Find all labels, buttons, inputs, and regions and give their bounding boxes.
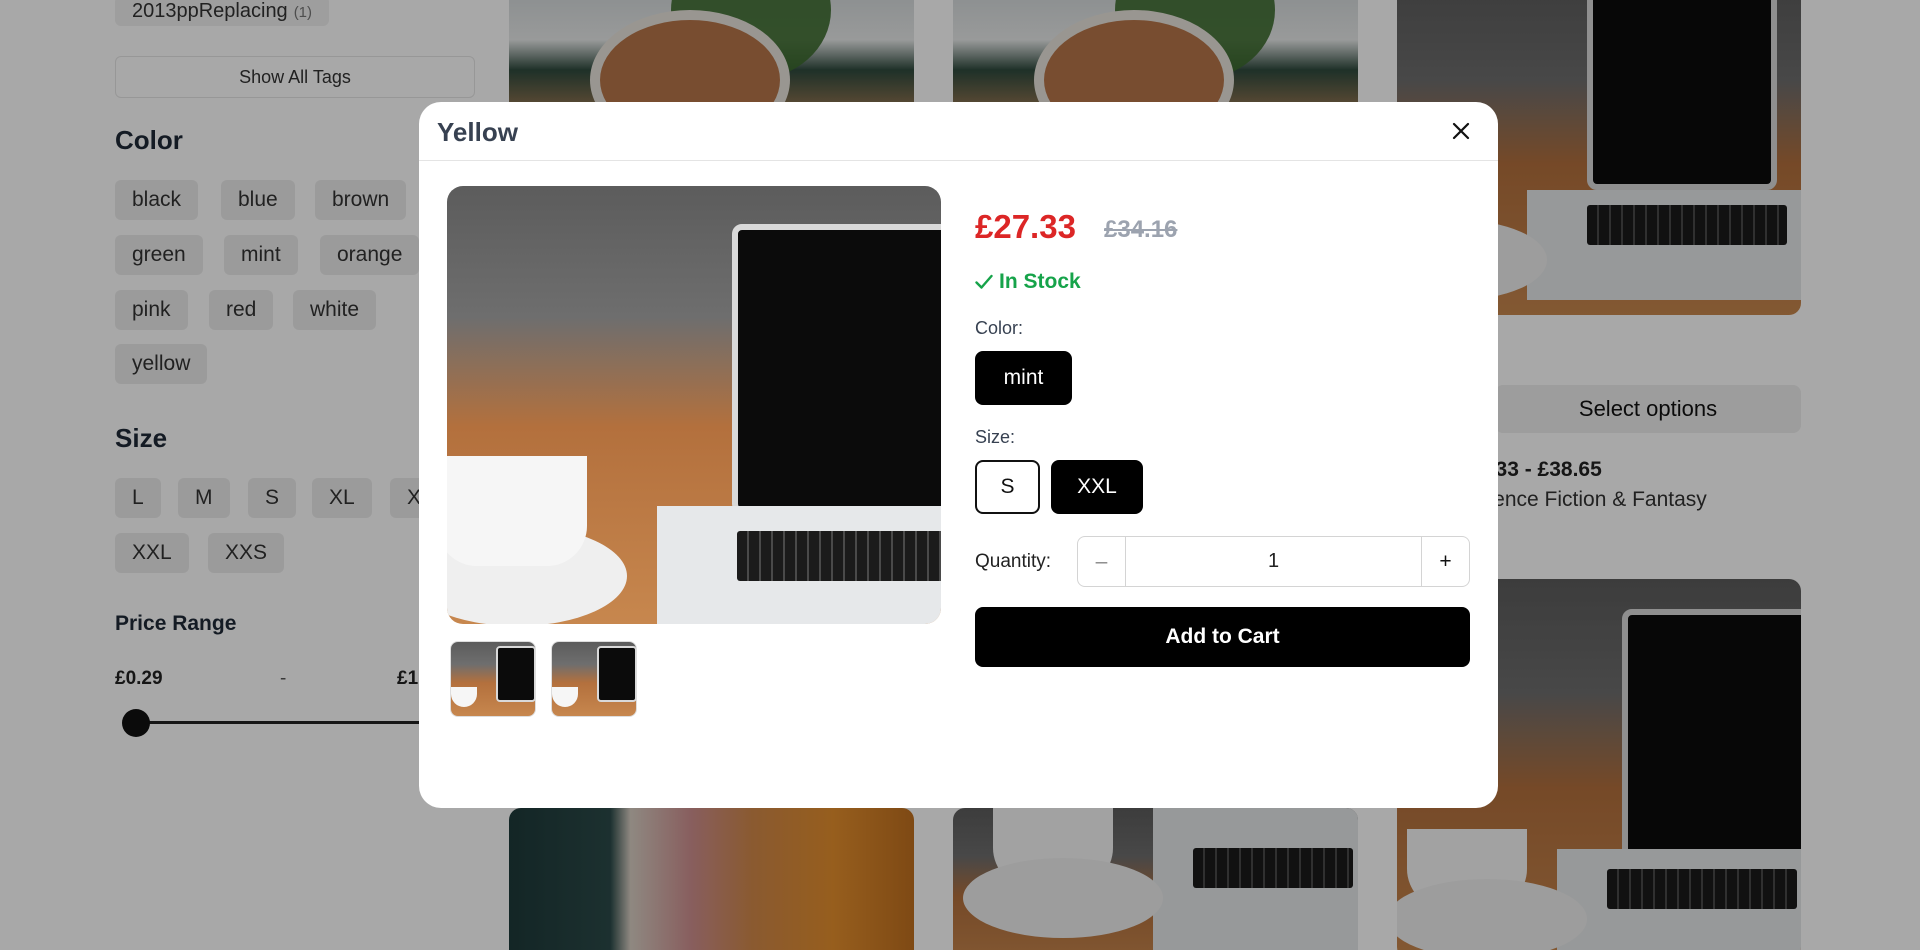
quantity-stepper: – + <box>1077 536 1470 587</box>
check-icon <box>975 274 993 289</box>
size-option-xxl[interactable]: XXL <box>1051 460 1143 514</box>
size-option-label: Size: <box>975 427 1016 447</box>
current-price: £27.33 <box>975 208 1076 245</box>
quantity-increase-button[interactable]: + <box>1421 537 1469 586</box>
modal-title: Yellow <box>437 117 518 147</box>
quantity-decrease-button[interactable]: – <box>1078 537 1126 586</box>
close-icon <box>1452 122 1470 140</box>
quantity-label: Quantity: <box>975 551 1052 572</box>
color-option-mint[interactable]: mint <box>975 351 1072 405</box>
original-price: £34.16 <box>1104 216 1178 243</box>
size-option-s[interactable]: S <box>975 460 1040 514</box>
close-button[interactable] <box>1442 112 1480 150</box>
product-thumbnail[interactable] <box>551 641 637 717</box>
quantity-input[interactable] <box>1127 537 1420 586</box>
color-option-label: Color: <box>975 318 1024 338</box>
stock-status: In Stock <box>975 270 1081 294</box>
product-thumbnail[interactable] <box>450 641 536 717</box>
modal-header: Yellow <box>419 102 1498 161</box>
quick-view-modal: Yellow £27.33 £34.16 In Stock Color: min… <box>419 102 1498 808</box>
stock-status-text: In Stock <box>999 270 1081 293</box>
product-main-image <box>447 186 941 624</box>
add-to-cart-button[interactable]: Add to Cart <box>975 607 1470 667</box>
